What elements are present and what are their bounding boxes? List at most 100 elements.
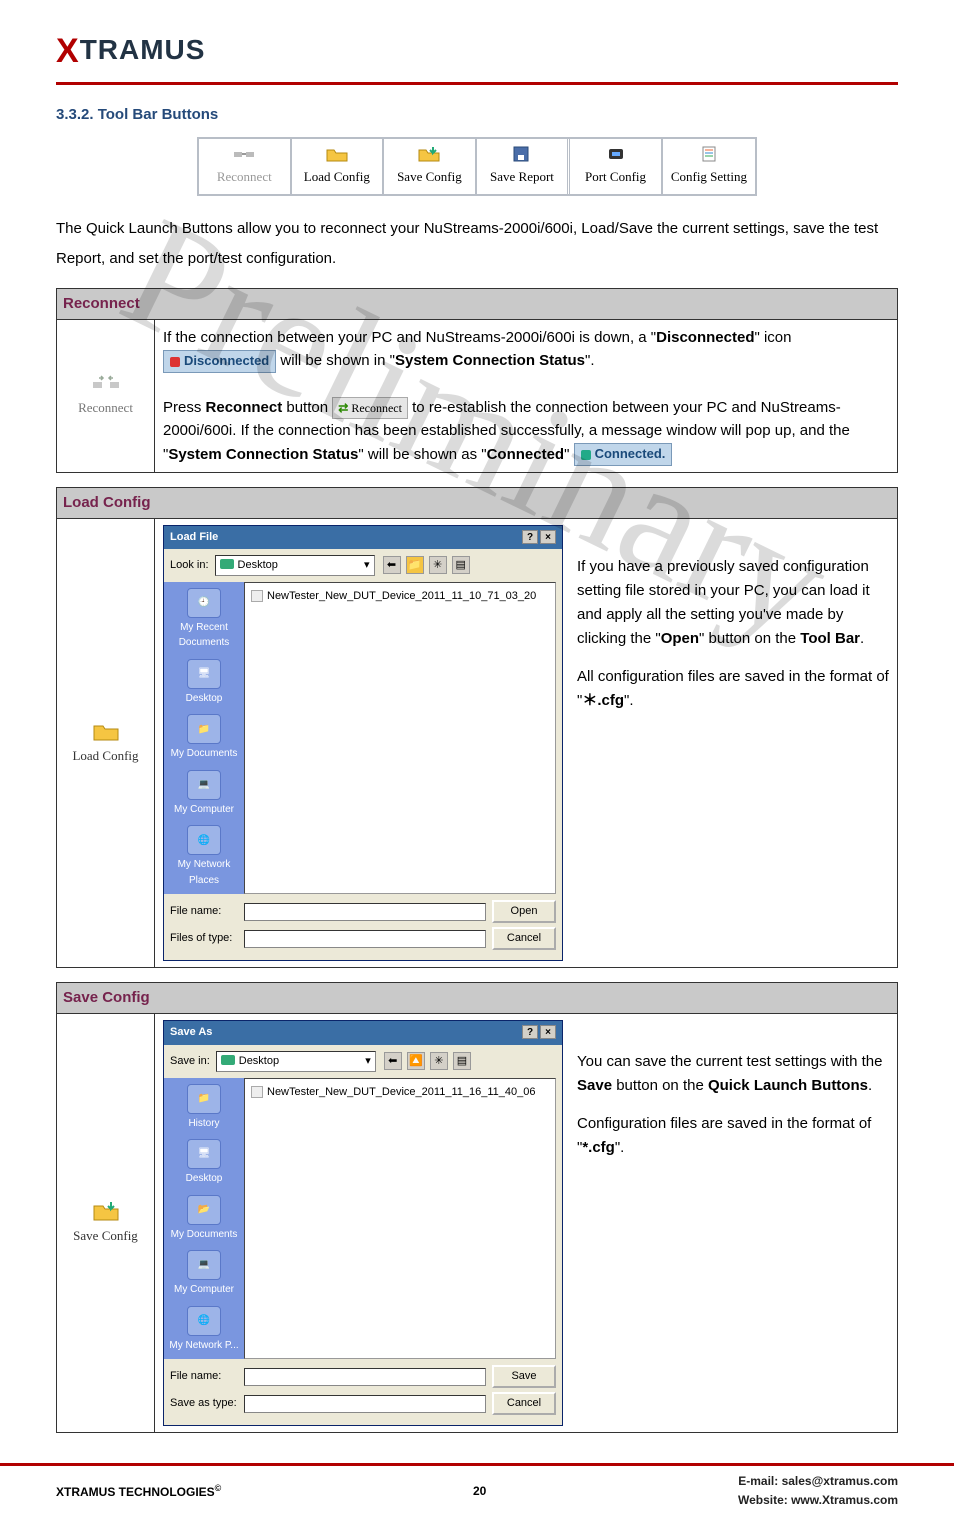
close-icon[interactable]: × bbox=[540, 1025, 556, 1039]
loadconfig-side-text: If you have a previously saved configura… bbox=[577, 525, 889, 727]
saveconfig-left-label: Save Config bbox=[73, 1226, 138, 1247]
toolbar-cell-saveconfig: Save Config bbox=[384, 139, 477, 194]
toolbar-cell-savereport: Save Report bbox=[477, 139, 571, 194]
brand-rest: TRAMUS bbox=[80, 34, 206, 65]
arrows-icon: ⇄ bbox=[338, 401, 348, 415]
loadconfig-block: Load Config Load Config Load File ?× Loo… bbox=[56, 487, 898, 969]
text: You can save the current test settings w… bbox=[577, 1053, 882, 1070]
reconnect-icon bbox=[91, 374, 121, 394]
save-report-icon bbox=[510, 145, 534, 163]
connected-bold: Connected bbox=[487, 446, 565, 463]
reconnect-bold: Reconnect bbox=[206, 399, 283, 416]
place-computer[interactable]: 💻My Computer bbox=[174, 770, 234, 818]
views-icon[interactable]: ▤ bbox=[452, 556, 470, 574]
computer-icon: 💻 bbox=[187, 1250, 221, 1280]
text: ". bbox=[585, 352, 595, 369]
cancel-button[interactable]: Cancel bbox=[492, 927, 556, 950]
file-name: NewTester_New_DUT_Device_2011_11_10_71_0… bbox=[267, 590, 536, 602]
filename-input[interactable] bbox=[244, 903, 486, 921]
filename-input[interactable] bbox=[244, 1368, 486, 1386]
green-dot-icon bbox=[581, 450, 591, 460]
email-label: E-mail: bbox=[738, 1474, 781, 1488]
back-icon[interactable]: ⬅ bbox=[383, 556, 401, 574]
save-button[interactable]: Save bbox=[492, 1365, 556, 1388]
reconnect-block: Reconnect Reconnect If the connection be… bbox=[56, 288, 898, 473]
ext-bold: *.cfg bbox=[582, 1139, 615, 1156]
file-list[interactable]: NewTester_New_DUT_Device_2011_11_10_71_0… bbox=[244, 582, 556, 895]
saveconfig-side-text: You can save the current test settings w… bbox=[577, 1020, 889, 1174]
up-icon[interactable]: 🔼 bbox=[407, 1052, 425, 1070]
file-item[interactable]: NewTester_New_DUT_Device_2011_11_16_11_4… bbox=[249, 1083, 551, 1102]
text: If the connection between your PC and Nu… bbox=[163, 329, 656, 346]
connected-pill: Connected. bbox=[574, 443, 673, 465]
savein-select[interactable]: Desktop ▾ bbox=[216, 1051, 376, 1072]
chevron-down-icon[interactable]: ▾ bbox=[364, 557, 370, 574]
footer-right: E-mail: sales@xtramus.com Website: www.X… bbox=[738, 1472, 898, 1510]
newfolder-icon[interactable]: ✳ bbox=[430, 1052, 448, 1070]
close-icon[interactable]: × bbox=[540, 530, 556, 544]
footer-company: XTRAMUS TECHNOLOGIES bbox=[56, 1485, 215, 1499]
reconnect-text: If the connection between your PC and Nu… bbox=[155, 320, 897, 472]
folder-open-icon bbox=[325, 145, 349, 163]
brand-logo: XTRAMUS bbox=[56, 24, 898, 78]
desktop-icon bbox=[221, 1055, 235, 1067]
savein-label: Save in: bbox=[170, 1053, 210, 1070]
toolbar-cell-portconfig: Port Config bbox=[570, 139, 663, 194]
dialog-title-text: Save As bbox=[170, 1024, 212, 1041]
toolbar-label: Reconnect bbox=[217, 169, 272, 184]
disconnected-bold: Disconnected bbox=[656, 329, 754, 346]
up-icon[interactable]: 📁 bbox=[406, 556, 424, 574]
help-icon[interactable]: ? bbox=[522, 1025, 538, 1039]
toolbar-cell-reconnect: Reconnect bbox=[199, 139, 292, 194]
place-desktop[interactable]: 🖥Desktop bbox=[186, 659, 223, 707]
loadconfig-left-label: Load Config bbox=[72, 746, 138, 767]
file-icon bbox=[251, 590, 263, 602]
text: . bbox=[860, 630, 864, 647]
footer-left: XTRAMUS TECHNOLOGIES© bbox=[56, 1481, 221, 1502]
lookin-select[interactable]: Desktop ▾ bbox=[215, 555, 375, 576]
web-label: Website: bbox=[738, 1493, 791, 1507]
file-item[interactable]: NewTester_New_DUT_Device_2011_11_10_71_0… bbox=[249, 587, 551, 606]
place-desktop[interactable]: 🖥Desktop bbox=[186, 1139, 223, 1187]
newfolder-icon[interactable]: ✳ bbox=[429, 556, 447, 574]
file-list[interactable]: NewTester_New_DUT_Device_2011_11_16_11_4… bbox=[244, 1078, 556, 1360]
views-icon[interactable]: ▤ bbox=[453, 1052, 471, 1070]
saveastype-select[interactable] bbox=[244, 1395, 486, 1413]
loadconfig-right: Load File ?× Look in: Desktop ▾ ⬅ bbox=[155, 519, 897, 968]
place-documents[interactable]: 📂 My Documents bbox=[171, 1195, 238, 1243]
save-as-dialog: Save As ?× Save in: Desktop ▾ ⬅ bbox=[163, 1020, 563, 1426]
toolbar-figure: Reconnect Load Config Save Config Save R… bbox=[197, 137, 757, 196]
desktop-icon bbox=[220, 559, 234, 571]
toolbar-label: Save Report bbox=[490, 169, 554, 184]
filetype-select[interactable] bbox=[244, 930, 486, 948]
red-x-icon bbox=[170, 357, 180, 367]
place-label: My Network Places bbox=[178, 859, 231, 886]
place-label: Desktop bbox=[186, 693, 223, 704]
place-history[interactable]: 📁History bbox=[187, 1084, 221, 1132]
toolbar-label: Save Config bbox=[397, 169, 462, 184]
network-icon: 🌐 bbox=[187, 825, 221, 855]
toolbar-bold: Tool Bar bbox=[800, 630, 860, 647]
scs-bold: System Connection Status bbox=[395, 352, 585, 369]
back-icon[interactable]: ⬅ bbox=[384, 1052, 402, 1070]
place-recent[interactable]: 🕘My Recent Documents bbox=[164, 588, 244, 651]
reconnect-title: Reconnect bbox=[57, 289, 897, 320]
place-network[interactable]: 🌐My Network P... bbox=[169, 1306, 238, 1354]
saveastype-label: Save as type: bbox=[170, 1395, 238, 1412]
place-label: My Documents bbox=[171, 1229, 238, 1240]
ext-bold: ＊.cfg bbox=[582, 692, 624, 709]
dialog-window-buttons[interactable]: ?× bbox=[520, 1024, 556, 1041]
place-computer[interactable]: 💻My Computer bbox=[174, 1250, 234, 1298]
text: ". bbox=[615, 1139, 625, 1156]
documents-icon: 📂 bbox=[187, 1195, 221, 1225]
cancel-button[interactable]: Cancel bbox=[492, 1392, 556, 1415]
chevron-down-icon[interactable]: ▾ bbox=[365, 1053, 371, 1070]
open-button[interactable]: Open bbox=[492, 900, 556, 923]
file-name: NewTester_New_DUT_Device_2011_11_16_11_4… bbox=[267, 1086, 535, 1098]
place-network[interactable]: 🌐 My Network Places bbox=[164, 825, 244, 888]
dialog-window-buttons[interactable]: ?× bbox=[520, 529, 556, 546]
copyright-icon: © bbox=[215, 1483, 222, 1493]
help-icon[interactable]: ? bbox=[522, 530, 538, 544]
place-documents[interactable]: 📁My Documents bbox=[171, 714, 238, 762]
saveconfig-right: Save As ?× Save in: Desktop ▾ ⬅ bbox=[155, 1014, 897, 1432]
